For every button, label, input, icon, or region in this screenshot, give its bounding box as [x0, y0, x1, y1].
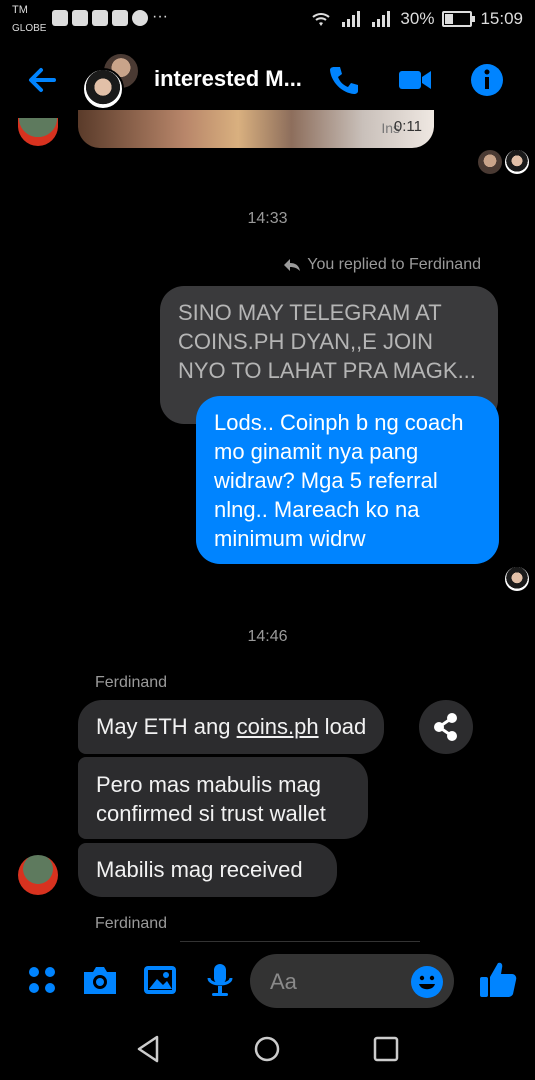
carrier-label: TM GLOBE — [12, 4, 46, 35]
battery-icon — [442, 11, 476, 27]
share-icon — [434, 713, 457, 741]
seen-avatar — [505, 150, 529, 174]
sender-name: Ferdinand — [95, 915, 168, 932]
reply-icon — [284, 259, 301, 271]
menu-dots-icon[interactable] — [22, 960, 62, 1000]
incoming-message[interactable]: May ETH ang coins.ph load — [78, 700, 385, 754]
share-button[interactable] — [419, 700, 473, 754]
sender-name: Ferdinand — [95, 674, 168, 691]
signal-icon — [342, 11, 361, 27]
reply-indicator: You replied to Ferdinand — [283, 256, 481, 274]
microphone-icon[interactable] — [200, 960, 240, 1000]
conversation-header: interested M... — [0, 48, 535, 110]
info-icon[interactable] — [469, 62, 505, 98]
group-avatar[interactable] — [82, 52, 140, 110]
conversation-title[interactable]: interested M... — [154, 66, 302, 92]
seen-avatar — [505, 567, 529, 591]
quoted-message-text: SINO MAY TELEGRAM AT COINS.PH DYAN,,E JO… — [178, 300, 476, 383]
video-camera-icon[interactable] — [397, 62, 433, 98]
message-input-field[interactable] — [250, 954, 454, 1008]
youtube-icon — [92, 10, 108, 26]
emoji-icon[interactable] — [410, 965, 444, 999]
message-text: Mabilis mag received — [96, 857, 303, 882]
back-arrow-icon[interactable] — [22, 60, 62, 100]
outgoing-message-text: Lods.. Coinph b ng coach mo ginamit nya … — [214, 410, 464, 551]
carrier-top: TM — [12, 4, 28, 16]
phone-icon[interactable] — [326, 62, 362, 98]
shopping-bag-icon — [72, 10, 88, 26]
more-notifications-icon: ··· — [152, 8, 168, 25]
reply-label: You replied to Ferdinand — [307, 256, 481, 273]
camera-icon[interactable] — [80, 960, 120, 1000]
message-text: Pero mas mabulis mag confirmed si trust … — [96, 772, 326, 826]
message-text: load — [318, 714, 367, 739]
nav-back-icon[interactable] — [133, 1033, 165, 1065]
notification-icons: ··· — [52, 8, 168, 26]
shield-icon — [112, 10, 128, 26]
wifi-icon — [312, 13, 331, 26]
nav-home-icon[interactable] — [251, 1033, 283, 1065]
avatar — [82, 68, 124, 110]
video-message-preview[interactable]: Ins 0:11 — [78, 110, 434, 148]
system-nav-bar — [0, 1015, 535, 1080]
avatar — [18, 855, 58, 895]
messenger-icon — [132, 10, 148, 26]
gallery-icon[interactable] — [140, 960, 180, 1000]
outgoing-message[interactable]: Lods.. Coinph b ng coach mo ginamit nya … — [196, 396, 499, 564]
seen-avatar — [478, 150, 502, 174]
message-input[interactable] — [268, 966, 412, 998]
notification-icon — [52, 10, 68, 26]
message-link[interactable]: coins.ph — [237, 714, 319, 739]
timestamp: 14:33 — [247, 210, 288, 227]
signal-icon-2 — [372, 11, 391, 27]
nav-recents-icon[interactable] — [370, 1033, 402, 1065]
timestamp: 14:46 — [247, 628, 288, 645]
battery-percent: 30% — [400, 9, 435, 28]
clock: 15:09 — [480, 9, 523, 28]
divider — [180, 941, 420, 942]
incoming-message[interactable]: Mabilis mag received — [78, 843, 337, 897]
message-text: May ETH ang — [96, 714, 237, 739]
thumbs-up-icon[interactable] — [476, 958, 520, 1002]
carrier-bottom: GLOBE — [12, 23, 47, 34]
status-bar: TM GLOBE ··· 30% 15:09 — [0, 0, 535, 48]
video-duration: 0:11 — [393, 118, 422, 135]
avatar — [18, 118, 58, 146]
message-composer — [0, 950, 535, 1014]
status-right: 30% 15:09 — [310, 9, 523, 29]
incoming-message[interactable]: Pero mas mabulis mag confirmed si trust … — [78, 757, 368, 839]
